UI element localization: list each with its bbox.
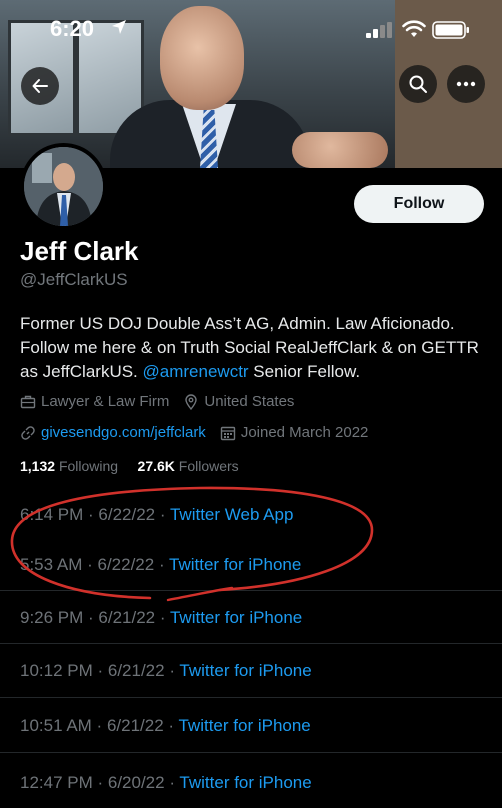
- profile-meta-row: givesendgo.com/jeffclark Joined March 20…: [20, 424, 368, 441]
- back-arrow-icon: [32, 79, 48, 93]
- calendar-icon: [220, 426, 236, 440]
- profile-handle: @JeffClarkUS: [20, 270, 128, 289]
- avatar[interactable]: [20, 143, 107, 230]
- tweet-row[interactable]: 10:51 AM · 6/21/22 · Twitter for iPhone: [20, 716, 311, 736]
- tweet-source[interactable]: Twitter for iPhone: [179, 773, 311, 792]
- profile-location: United States: [204, 393, 295, 410]
- back-button[interactable]: [21, 67, 59, 105]
- tweet-source[interactable]: Twitter Web App: [170, 505, 293, 524]
- wifi-icon: [402, 20, 426, 37]
- location-arrow-icon: [112, 20, 126, 34]
- tweet-source[interactable]: Twitter for iPhone: [179, 661, 311, 680]
- search-button[interactable]: [399, 65, 437, 103]
- profile-bio: Former US DOJ Double Ass’t AG, Admin. La…: [20, 312, 490, 384]
- tweet-row[interactable]: 5:53 AM · 6/22/22 · Twitter for iPhone: [20, 555, 301, 575]
- location-pin-icon: [185, 393, 198, 410]
- search-icon: [409, 75, 427, 93]
- tweet-date: 6/21/22: [98, 608, 156, 627]
- tweet-row[interactable]: 9:26 PM · 6/21/22 · Twitter for iPhone: [20, 608, 302, 628]
- tweet-row[interactable]: 12:47 PM · 6/20/22 · Twitter for iPhone: [20, 773, 312, 793]
- link-icon: [21, 425, 35, 440]
- following-count: 1,132: [20, 458, 56, 474]
- profile-meta-row: Lawyer & Law Firm United States: [20, 393, 294, 410]
- battery-icon: [432, 21, 469, 39]
- following-link[interactable]: 1,132 Following: [20, 458, 118, 474]
- tweet-time: 5:53 AM: [20, 555, 83, 574]
- tweet-source[interactable]: Twitter for iPhone: [170, 608, 302, 627]
- divider: [0, 590, 502, 591]
- tweet-date: 6/20/22: [107, 773, 165, 792]
- tweet-time: 6:14 PM: [20, 505, 84, 524]
- more-button[interactable]: [447, 65, 485, 103]
- status-bar: 6:20: [0, 0, 502, 60]
- followers-count: 27.6K: [137, 458, 175, 474]
- bio-text-end: Senior Fellow.: [248, 362, 361, 381]
- tweet-date: 6/21/22: [107, 661, 165, 680]
- divider: [0, 697, 502, 698]
- tweet-date: 6/21/22: [106, 716, 164, 735]
- more-icon: [456, 81, 476, 87]
- status-time: 6:20: [50, 16, 95, 41]
- divider: [0, 643, 502, 644]
- tweet-time: 10:12 PM: [20, 661, 93, 680]
- avatar-photo: [24, 147, 103, 226]
- tweet-row[interactable]: 10:12 PM · 6/21/22 · Twitter for iPhone: [20, 661, 312, 681]
- followers-label: Followers: [178, 458, 239, 474]
- follow-button[interactable]: Follow: [354, 185, 484, 223]
- profile-name: Jeff Clark: [20, 236, 139, 266]
- tweet-source[interactable]: Twitter for iPhone: [178, 716, 310, 735]
- tweet-time: 9:26 PM: [20, 608, 84, 627]
- tweet-row[interactable]: 6:14 PM · 6/22/22 · Twitter Web App: [20, 505, 293, 525]
- divider: [0, 752, 502, 753]
- following-label: Following: [58, 458, 119, 474]
- profile-joined-date: Joined March 2022: [240, 424, 369, 441]
- banner-hands: [292, 132, 388, 168]
- followers-link[interactable]: 27.6K Followers: [138, 458, 239, 474]
- tweet-date: 6/22/22: [97, 555, 155, 574]
- follow-counts: 1,132 Following 27.6K Followers: [20, 458, 239, 474]
- tweet-time: 10:51 AM: [20, 716, 92, 735]
- tweet-time: 12:47 PM: [20, 773, 93, 792]
- profile-category: Lawyer & Law Firm: [41, 393, 170, 410]
- bio-mention-link[interactable]: @amrenewctr: [143, 362, 249, 381]
- tweet-source[interactable]: Twitter for iPhone: [169, 555, 301, 574]
- profile-website-link[interactable]: givesendgo.com/jeffclark: [41, 424, 206, 441]
- signal-icon: [366, 22, 392, 38]
- briefcase-icon: [20, 395, 36, 408]
- tweet-date: 6/22/22: [98, 505, 156, 524]
